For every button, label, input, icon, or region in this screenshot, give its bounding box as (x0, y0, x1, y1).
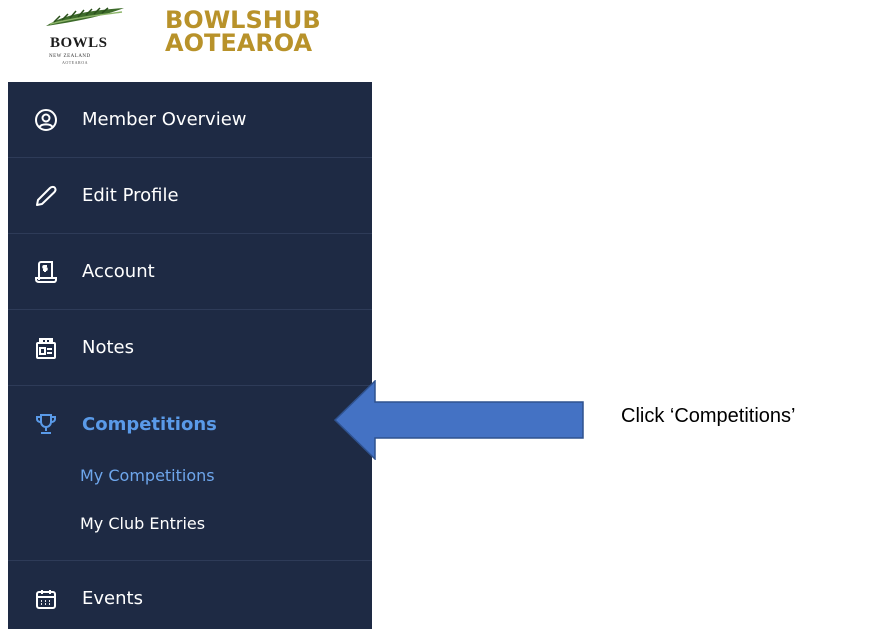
sidebar-item-competitions[interactable]: Competitions (8, 386, 372, 464)
calendar-icon (34, 587, 58, 611)
sidebar-item-events[interactable]: Events (8, 561, 372, 636)
trophy-icon (34, 412, 58, 436)
silver-fern-icon (46, 7, 124, 26)
pencil-icon (34, 184, 58, 208)
sidebar-item-label: Account (82, 261, 155, 282)
sidebar-item-member-overview[interactable]: Member Overview (8, 82, 372, 158)
sidebar-item-account[interactable]: Account (8, 234, 372, 310)
competitions-section: Competitions My Competitions My Club Ent… (8, 386, 372, 561)
logo-nz-text: NEW ZEALAND (49, 54, 91, 59)
sidebar-item-edit-profile[interactable]: Edit Profile (8, 158, 372, 234)
brand-line-2: AOTEAROA (165, 29, 313, 57)
sidebar-item-label: Member Overview (82, 109, 247, 130)
pointer-arrow-icon (334, 380, 584, 460)
notebook-icon (34, 336, 58, 360)
logo-aotearoa-small-text: AOTEAROA (62, 60, 88, 65)
submenu-my-competitions[interactable]: My Competitions (80, 466, 215, 485)
submenu-my-club-entries[interactable]: My Club Entries (80, 514, 205, 533)
brand-title: BOWLSHUB AOTEAROA (165, 8, 321, 57)
sidebar-item-label: Events (82, 588, 143, 609)
sidebar: Member Overview Edit Profile Account Not… (8, 82, 372, 629)
receipt-icon (34, 260, 58, 284)
sidebar-item-notes[interactable]: Notes (8, 310, 372, 386)
logo-bowls-text: BOWLS (50, 35, 108, 51)
user-circle-icon (34, 108, 58, 132)
sidebar-item-label: Competitions (82, 414, 217, 435)
sidebar-item-label: Edit Profile (82, 185, 179, 206)
sidebar-item-label: Notes (82, 337, 134, 358)
logo: BOWLS NEW ZEALAND AOTEAROA BOWLSHUB AOTE… (0, 0, 372, 82)
instruction-caption: Click ‘Competitions’ (621, 405, 796, 427)
